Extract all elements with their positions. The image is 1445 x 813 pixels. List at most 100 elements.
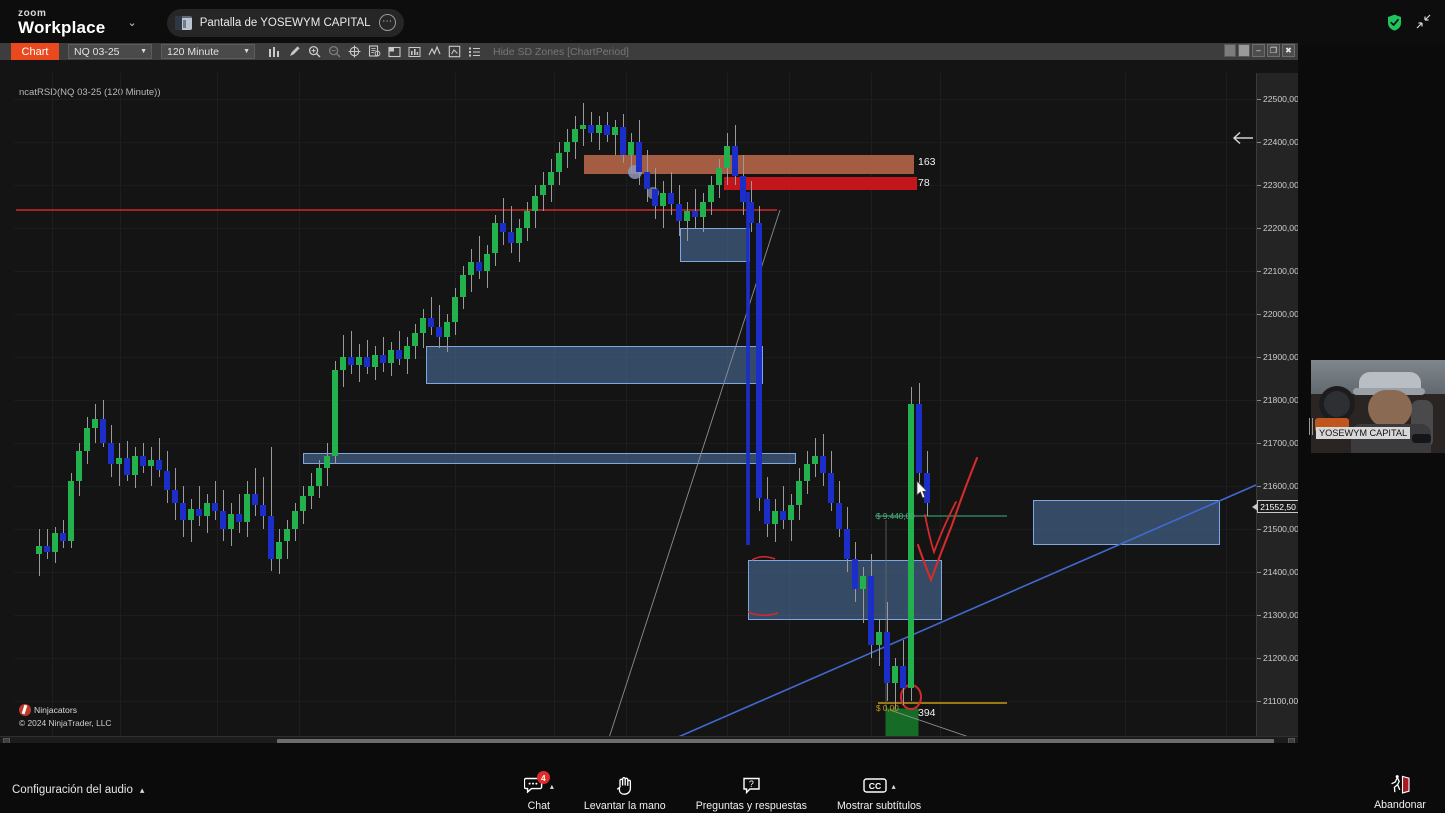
collapse-view-icon[interactable] [1416,14,1431,32]
more-options-icon[interactable]: ⋯ [378,14,396,31]
closed-caption-icon[interactable]: CC [862,775,887,795]
screen-share-thumbnail-icon [174,15,192,30]
ninjatrader-chart-window: Chart NQ 03-25 ▼ 120 Minute ▼ Hide SD Zo… [0,43,1298,743]
chart-style-icon[interactable] [407,45,422,59]
workplace-dropdown-chevron-icon[interactable]: ⌄ [127,16,136,29]
chart-canvas[interactable]: ncatRSD(NQ 03-25 (120 Minute)) 163 78 39… [0,60,1298,743]
leave-meeting-button[interactable]: Abandonar [1369,774,1431,811]
candle-body [204,502,210,516]
chat-unread-badge: 4 [536,771,550,784]
candle-body [684,210,690,222]
raise-hand-label: Levantar la mano [583,800,666,812]
candle-body [596,124,602,134]
price-tick-label: 21300,00 [1263,609,1298,620]
scrollbar-thumb[interactable] [277,739,1274,743]
candle-body [708,184,714,202]
candle-body [412,333,418,346]
candle-body [308,485,314,497]
candle-body [420,318,426,333]
minimize-icon[interactable]: – [1252,44,1265,57]
price-tick-label: 21100,00 [1263,695,1298,706]
candle-wick [214,481,216,520]
scroll-left-cap[interactable] [3,738,10,743]
candle-body [908,404,914,688]
candle-body [764,498,770,525]
candle-body [148,459,154,467]
shield-check-icon[interactable] [1387,14,1402,31]
period-value: 120 Minute [167,45,219,58]
entry-amount: $ 0,00 [876,704,899,713]
price-tick [1257,700,1261,702]
chart-drawings [16,165,1257,743]
instrument-selector[interactable]: NQ 03-25 ▼ [68,44,152,59]
candle-body [916,404,922,473]
chat-bubble-icon[interactable]: 4 [523,771,550,795]
candle-body [804,464,810,482]
zoom-out-icon[interactable] [327,45,342,59]
price-tick-label: 21500,00 [1263,523,1298,534]
candle-body [860,575,866,589]
video-drag-handle[interactable] [1309,418,1314,435]
candle-body [900,666,906,688]
raise-hand-control[interactable]: Levantar la mano [584,775,666,812]
candle-body [140,455,146,467]
crosshair-icon[interactable] [347,45,362,59]
red-annotation-arc-bottom [747,611,779,616]
close-icon[interactable]: ✖ [1282,44,1295,57]
chart-window-controls: – ❐ ✖ [1224,44,1295,57]
candle-body [60,532,66,542]
bar-chart-icon[interactable] [267,45,282,59]
price-tick [1257,98,1261,100]
candle-body [36,545,42,555]
chart-horizontal-scrollbar[interactable] [0,736,1298,743]
candle-body [188,509,194,520]
candle-body [340,356,346,370]
restore-secondary-icon[interactable] [1238,44,1250,57]
price-tick-label: 22000,00 [1263,308,1298,319]
data-box-icon[interactable] [367,45,382,59]
zoom-in-icon[interactable] [307,45,322,59]
leave-meeting-icon[interactable] [1389,774,1411,794]
candle-body [692,210,698,217]
candle-body [396,350,402,359]
candle-wick [478,236,480,280]
window-layout-icon[interactable] [387,45,402,59]
restore-icon[interactable] [1224,44,1236,57]
candle-wick [782,485,784,529]
price-tick-label: 22500,00 [1263,93,1298,104]
chat-label: Chat [527,800,551,812]
ninjacators-branding: Ninjacators © 2024 NinjaTrader, LLC [19,704,111,728]
list-icon[interactable] [467,45,482,59]
properties-icon[interactable] [447,45,462,59]
captions-chevron-up-icon[interactable]: ▴ [892,782,896,791]
arrow-left-icon[interactable] [1232,130,1254,150]
question-answer-icon[interactable]: ? [742,775,761,795]
participant-face [1368,390,1412,428]
candle-body [788,505,794,520]
chat-chevron-up-icon[interactable]: ▴ [550,782,554,791]
zoom-logo: zoom Workplace [18,9,105,37]
chat-control[interactable]: 4 ▴ Chat [523,771,554,812]
candle-body [620,126,626,155]
raise-hand-icon[interactable] [616,775,634,795]
candle-body [180,502,186,520]
qa-control[interactable]: ? Preguntas y respuestas [696,775,807,812]
candle-body [812,455,818,465]
shared-screen-tab[interactable]: Pantalla de YOSEWYM CAPITAL ⋯ [166,8,404,37]
candle-body [876,631,882,645]
candle-wick [262,477,264,529]
price-axis[interactable]: 22500,00 22400,00 22300,00 22200,00 22100,00… [1252,73,1298,743]
captions-control[interactable]: CC ▴ Mostrar subtítulos [837,775,921,812]
period-selector[interactable]: 120 Minute ▼ [161,44,255,59]
svg-text:CC: CC [868,781,880,791]
candle-body [236,513,242,523]
candle-wick [118,442,120,486]
maximize-icon[interactable]: ❐ [1267,44,1280,57]
chart-tab-button[interactable]: Chart [11,43,59,60]
candle-body [484,253,490,271]
red-annotation-arc-top [751,556,776,561]
indicator-icon[interactable] [427,45,442,59]
pencil-icon[interactable] [287,45,302,59]
scroll-right-cap[interactable] [1288,738,1295,743]
participant-video-thumbnail[interactable] [1311,360,1445,453]
